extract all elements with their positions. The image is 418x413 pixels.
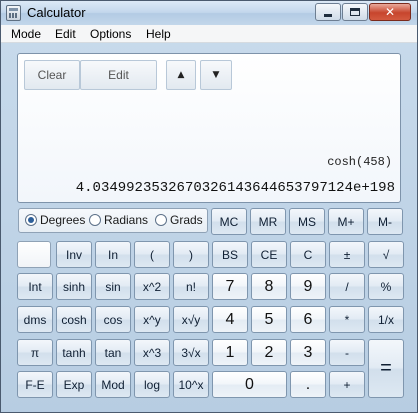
log-button[interactable]: log <box>134 371 170 398</box>
menu-help[interactable]: Help <box>146 27 171 41</box>
pi-button[interactable]: π <box>17 339 53 366</box>
radio-selected-icon <box>25 214 37 226</box>
reciprocal-button[interactable]: 1/x <box>368 306 404 333</box>
window-title: Calculator <box>27 5 86 20</box>
menu-bar: Mode Edit Options Help <box>1 25 417 43</box>
edit-history-button[interactable]: Edit <box>80 60 157 90</box>
menu-options[interactable]: Options <box>90 27 131 41</box>
clear-entry-button[interactable]: CE <box>251 241 287 268</box>
close-paren-button[interactable]: ) <box>173 241 209 268</box>
angle-mode-group: Degrees Radians Grads <box>18 208 208 233</box>
radio-degrees[interactable]: Degrees <box>25 213 85 227</box>
plus-minus-button[interactable]: ± <box>329 241 365 268</box>
digit-1-button[interactable]: 1 <box>212 339 248 366</box>
power-button[interactable]: x^y <box>134 306 170 333</box>
ln-button[interactable]: In <box>95 241 131 268</box>
maximize-icon <box>350 8 360 16</box>
history-up-button[interactable]: ▲ <box>166 60 196 90</box>
digit-5-button[interactable]: 5 <box>251 306 287 333</box>
int-button[interactable]: Int <box>17 273 53 300</box>
result-display: 4.0349923532670326143644653797124e+198 <box>75 180 395 196</box>
exp-button[interactable]: Exp <box>56 371 92 398</box>
digit-4-button[interactable]: 4 <box>212 306 248 333</box>
clear-history-button[interactable]: Clear <box>24 60 80 90</box>
radio-unselected-icon <box>89 214 101 226</box>
digit-0-button[interactable]: 0 <box>212 371 287 398</box>
digit-3-button[interactable]: 3 <box>290 339 326 366</box>
digit-8-button[interactable]: 8 <box>251 273 287 300</box>
arrow-down-icon: ▼ <box>212 70 220 80</box>
expression-display: cosh(458) <box>327 155 392 169</box>
mc-button[interactable]: MC <box>211 208 247 235</box>
close-icon: ✕ <box>384 5 396 19</box>
close-button[interactable]: ✕ <box>369 3 411 21</box>
radio-degrees-label: Degrees <box>40 213 86 227</box>
window-controls: ✕ <box>315 3 411 21</box>
tan-button[interactable]: tan <box>95 339 131 366</box>
m-minus-button[interactable]: M- <box>367 208 403 235</box>
radio-radians[interactable]: Radians <box>89 213 148 227</box>
cos-button[interactable]: cos <box>95 306 131 333</box>
cube-root-button[interactable]: 3√x <box>173 339 209 366</box>
menu-edit[interactable]: Edit <box>55 27 76 41</box>
square-button[interactable]: x^2 <box>134 273 170 300</box>
radio-unselected-icon <box>155 214 167 226</box>
cube-button[interactable]: x^3 <box>134 339 170 366</box>
sqrt-button[interactable]: √ <box>368 241 404 268</box>
mod-button[interactable]: Mod <box>95 371 131 398</box>
ms-button[interactable]: MS <box>289 208 325 235</box>
menu-mode[interactable]: Mode <box>11 27 41 41</box>
display-panel: Clear Edit ▲ ▼ cosh(458) 4.0349923532670… <box>17 53 401 203</box>
root-y-button[interactable]: x√y <box>173 306 209 333</box>
multiply-button[interactable]: * <box>329 306 365 333</box>
percent-button[interactable]: % <box>368 273 404 300</box>
history-down-button[interactable]: ▼ <box>200 60 232 90</box>
equals-button[interactable]: = <box>368 339 404 398</box>
minimize-button[interactable] <box>315 3 341 21</box>
ten-power-button[interactable]: 10^x <box>173 371 209 398</box>
dms-button[interactable]: dms <box>17 306 53 333</box>
radio-grads[interactable]: Grads <box>155 213 203 227</box>
factorial-button[interactable]: n! <box>173 273 209 300</box>
backspace-button[interactable]: BS <box>212 241 248 268</box>
blank-key[interactable] <box>17 241 51 268</box>
calculator-app-icon <box>6 5 21 21</box>
subtract-button[interactable]: - <box>329 339 365 366</box>
clear-button[interactable]: C <box>290 241 326 268</box>
arrow-up-icon: ▲ <box>177 70 185 80</box>
digit-2-button[interactable]: 2 <box>251 339 287 366</box>
minimize-icon <box>324 13 332 17</box>
inv-button[interactable]: Inv <box>56 241 92 268</box>
mr-button[interactable]: MR <box>250 208 286 235</box>
sinh-button[interactable]: sinh <box>56 273 92 300</box>
open-paren-button[interactable]: ( <box>134 241 170 268</box>
radio-grads-label: Grads <box>170 213 203 227</box>
cosh-button[interactable]: cosh <box>56 306 92 333</box>
radio-radians-label: Radians <box>104 213 149 227</box>
fe-button[interactable]: F-E <box>17 371 53 398</box>
digit-6-button[interactable]: 6 <box>290 306 326 333</box>
m-plus-button[interactable]: M+ <box>328 208 364 235</box>
divide-button[interactable]: / <box>329 273 365 300</box>
digit-7-button[interactable]: 7 <box>212 273 248 300</box>
title-bar[interactable]: Calculator ✕ <box>1 1 417 25</box>
calculator-window: Calculator ✕ Mode Edit Options Help Clea… <box>0 0 418 413</box>
add-button[interactable]: + <box>329 371 365 398</box>
decimal-button[interactable]: . <box>290 371 326 398</box>
maximize-button[interactable] <box>342 3 368 21</box>
digit-9-button[interactable]: 9 <box>290 273 326 300</box>
tanh-button[interactable]: tanh <box>56 339 92 366</box>
sin-button[interactable]: sin <box>95 273 131 300</box>
